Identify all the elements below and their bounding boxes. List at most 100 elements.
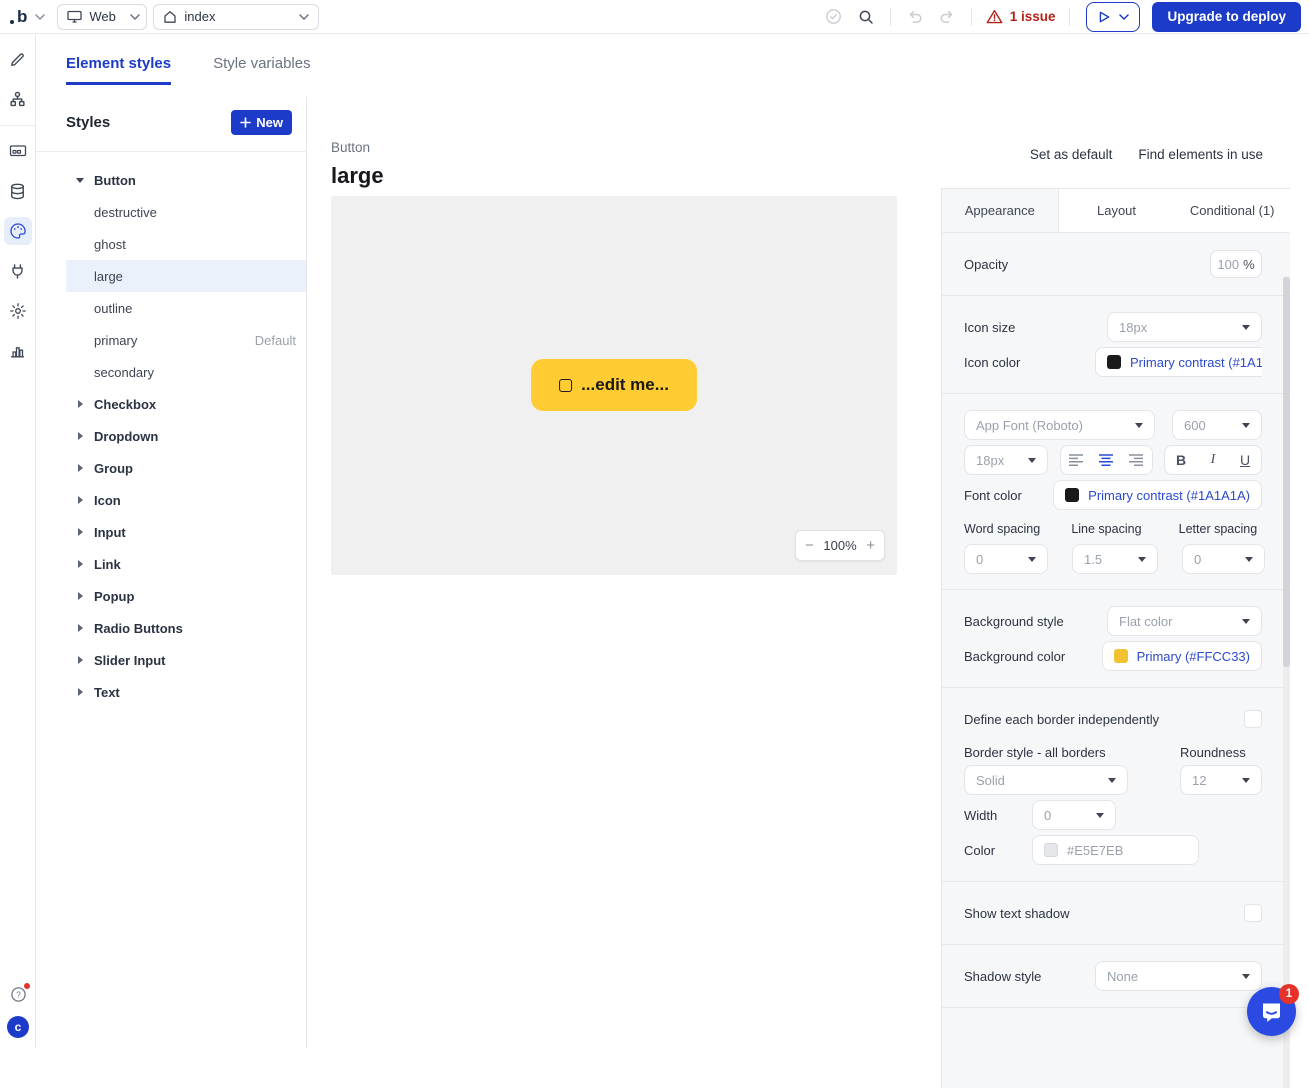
divider (0, 125, 36, 126)
issues-indicator[interactable]: 1 issue (982, 9, 1060, 24)
plus-icon (240, 117, 251, 128)
caret-right-icon (66, 528, 94, 536)
style-item-secondary[interactable]: secondary (66, 356, 306, 388)
chevron-down-icon (1242, 619, 1250, 624)
background-color-picker[interactable]: Primary (#FFCC33) (1102, 641, 1262, 671)
align-center-icon[interactable] (1099, 454, 1113, 466)
inspector-body: Opacity 100 % Icon size 18px Icon color (942, 233, 1290, 1088)
style-group-group[interactable]: Group (66, 452, 306, 484)
icon-section: Icon size 18px Icon color Primary contra… (942, 296, 1290, 394)
style-group-link[interactable]: Link (66, 548, 306, 580)
italic-button[interactable]: I (1200, 452, 1226, 468)
tab-conditional[interactable]: Conditional (1) (1174, 189, 1290, 232)
style-group-checkbox[interactable]: Checkbox (66, 388, 306, 420)
font-size-select[interactable]: 18px (964, 445, 1048, 475)
word-spacing-select[interactable]: 0 (964, 544, 1048, 574)
settings-gear-icon[interactable] (4, 297, 32, 325)
align-right-icon[interactable] (1129, 454, 1143, 466)
letter-spacing-select[interactable]: 0 (1182, 544, 1265, 574)
shadow-style-select[interactable]: None (1095, 961, 1262, 991)
find-elements-link[interactable]: Find elements in use (1138, 147, 1263, 162)
tab-element-styles[interactable]: Element styles (66, 55, 171, 85)
style-item-primary[interactable]: primary Default (66, 324, 306, 356)
define-borders-checkbox[interactable] (1244, 710, 1262, 728)
border-width-label: Width (964, 808, 1032, 823)
style-item-ghost[interactable]: ghost (66, 228, 306, 260)
caret-right-icon (66, 624, 94, 632)
plugins-plug-icon[interactable] (4, 257, 32, 285)
help-icon[interactable]: ? (8, 984, 28, 1004)
checklist-icon[interactable] (820, 3, 848, 31)
chat-launcher[interactable]: 1 (1247, 987, 1296, 1036)
roundness-select[interactable]: 12 (1180, 765, 1262, 795)
issues-count-label: 1 issue (1010, 9, 1056, 24)
show-text-shadow-label: Show text shadow (964, 906, 1070, 921)
tab-appearance[interactable]: Appearance (942, 189, 1059, 232)
caret-right-icon (66, 432, 94, 440)
style-group-icon[interactable]: Icon (66, 484, 306, 516)
undo-icon[interactable] (901, 3, 929, 31)
style-group-text[interactable]: Text (66, 676, 306, 708)
next-section-partial (942, 1008, 1290, 1032)
style-group-slider-input[interactable]: Slider Input (66, 644, 306, 676)
tab-style-variables[interactable]: Style variables (213, 55, 311, 85)
set-as-default-link[interactable]: Set as default (1030, 147, 1113, 162)
zoom-out-button[interactable]: − (805, 538, 814, 553)
border-style-select[interactable]: Solid (964, 765, 1128, 795)
chevron-down-icon (1242, 423, 1250, 428)
background-style-select[interactable]: Flat color (1107, 606, 1262, 636)
style-group-button[interactable]: Button (66, 164, 306, 196)
color-swatch (1065, 488, 1079, 502)
app-menu[interactable]: b (0, 7, 57, 27)
new-style-button[interactable]: New (231, 110, 292, 135)
line-spacing-label: Line spacing (1071, 522, 1154, 536)
styles-tree: Button destructive ghost large outline p… (36, 152, 306, 708)
chevron-down-icon (1242, 325, 1250, 330)
underline-button[interactable]: U (1232, 452, 1258, 468)
style-group-dropdown[interactable]: Dropdown (66, 420, 306, 452)
caret-right-icon (66, 496, 94, 504)
design-pencil-icon[interactable] (4, 45, 32, 73)
border-color-input[interactable]: #E5E7EB (1032, 835, 1199, 865)
icon-color-picker[interactable]: Primary contrast (#1A1A1A) (1095, 347, 1262, 377)
chevron-down-icon (130, 14, 140, 20)
reusable-components-icon[interactable] (4, 137, 32, 165)
caret-right-icon (66, 656, 94, 664)
font-weight-select[interactable]: 600 (1172, 410, 1262, 440)
style-item-large[interactable]: large (66, 260, 306, 292)
bold-button[interactable]: B (1168, 452, 1194, 468)
style-group-radio-buttons[interactable]: Radio Buttons (66, 612, 306, 644)
show-text-shadow-checkbox[interactable] (1244, 904, 1262, 922)
style-group-input[interactable]: Input (66, 516, 306, 548)
tab-layout[interactable]: Layout (1059, 189, 1175, 232)
border-width-select[interactable]: 0 (1032, 800, 1116, 830)
logs-chart-icon[interactable] (4, 337, 32, 365)
platform-select[interactable]: Web (57, 4, 147, 30)
styles-panel-title: Styles (66, 114, 110, 131)
font-section: App Font (Roboto) 600 18px (942, 394, 1290, 590)
align-left-icon[interactable] (1069, 454, 1083, 466)
style-item-destructive[interactable]: destructive (66, 196, 306, 228)
style-item-outline[interactable]: outline (66, 292, 306, 324)
font-color-picker[interactable]: Primary contrast (#1A1A1A) (1053, 480, 1262, 510)
database-icon[interactable] (4, 177, 32, 205)
workflow-sitemap-icon[interactable] (4, 85, 32, 113)
page-select[interactable]: index (153, 4, 319, 30)
upgrade-to-deploy-button[interactable]: Upgrade to deploy (1152, 2, 1301, 32)
search-icon[interactable] (852, 3, 880, 31)
styles-palette-icon[interactable] (4, 217, 32, 245)
opacity-label: Opacity (964, 257, 1008, 272)
caret-right-icon (66, 400, 94, 408)
scrollbar-thumb[interactable] (1283, 277, 1290, 667)
opacity-input[interactable]: 100 % (1210, 250, 1262, 278)
panel-scrollbar[interactable] (1283, 277, 1290, 1088)
avatar[interactable]: c (7, 1016, 29, 1038)
line-spacing-select[interactable]: 1.5 (1072, 544, 1158, 574)
redo-icon[interactable] (933, 3, 961, 31)
preview-run-button[interactable] (1086, 2, 1140, 32)
zoom-in-button[interactable]: + (866, 538, 875, 553)
preview-button[interactable]: ...edit me... (531, 359, 697, 411)
style-group-popup[interactable]: Popup (66, 580, 306, 612)
icon-size-select[interactable]: 18px (1107, 312, 1262, 342)
font-family-select[interactable]: App Font (Roboto) (964, 410, 1155, 440)
